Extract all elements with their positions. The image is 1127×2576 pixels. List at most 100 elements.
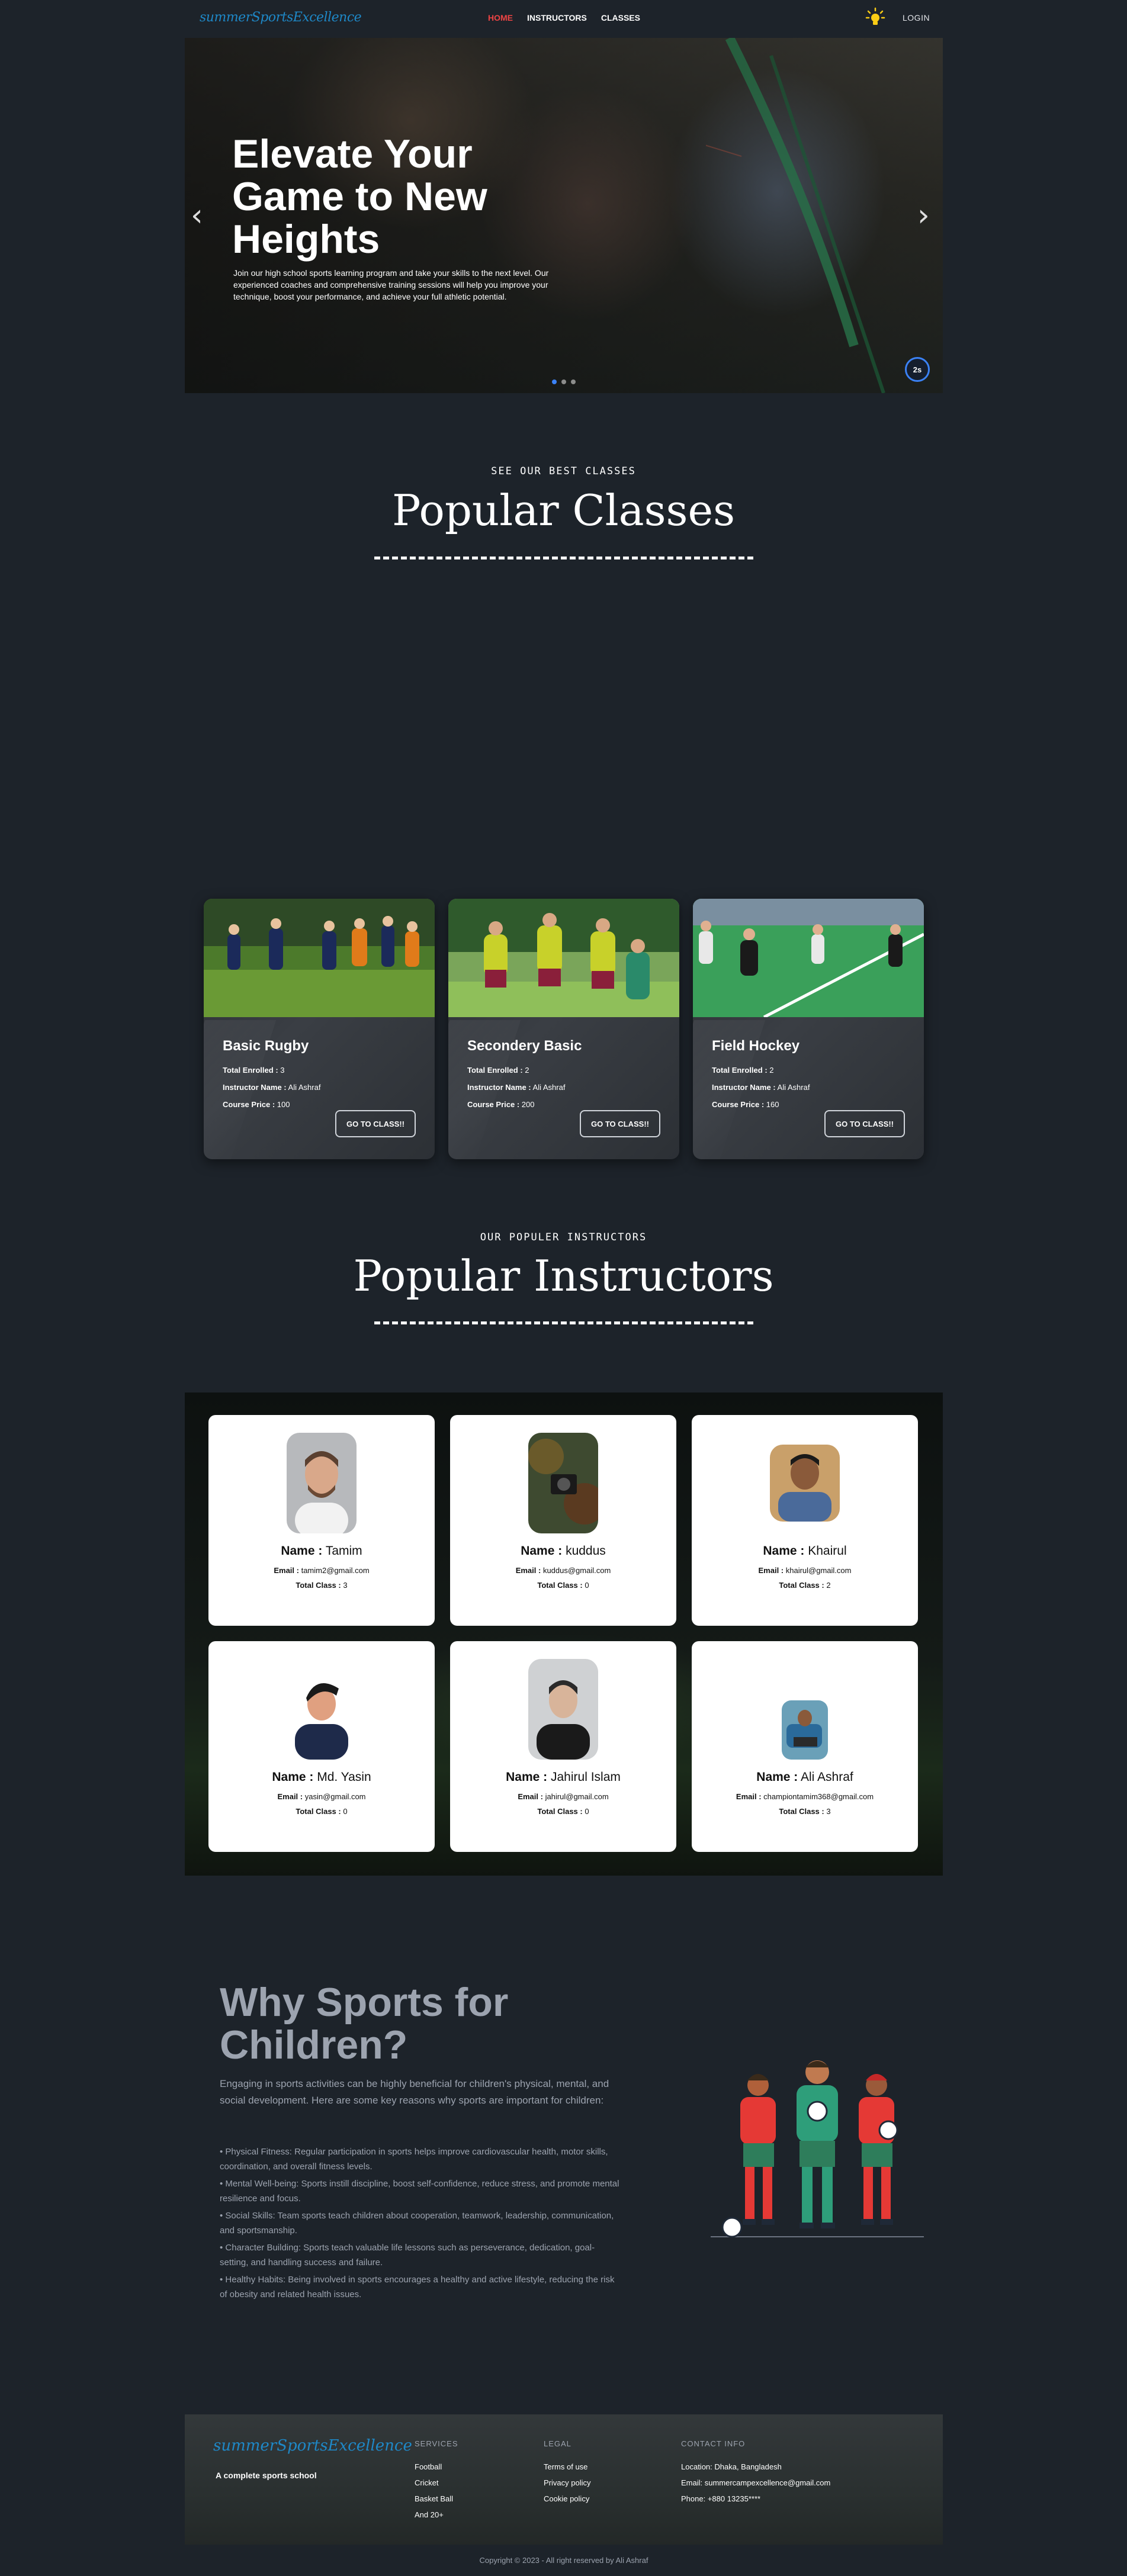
- nav-links: HOME INSTRUCTORS CLASSES: [488, 13, 640, 22]
- instructor-card: Name : Jahirul Islam Email : jahirul@gma…: [450, 1641, 676, 1852]
- instructor-card: Name : Ali Ashraf Email : championtamim3…: [692, 1641, 918, 1852]
- hero-title: Elevate Your Game to New Heights: [232, 131, 487, 262]
- instructor-card: Name : Tamim Email : tamim2@gmail.com To…: [208, 1415, 435, 1626]
- instructor-total-class: Total Class : 2: [779, 1581, 831, 1590]
- go-to-class-button[interactable]: GO TO CLASS!!: [580, 1110, 660, 1137]
- instructor-total-class: Total Class : 3: [296, 1581, 348, 1590]
- class-body: Field Hockey Total Enrolled : 2 Instruct…: [693, 1020, 924, 1159]
- list-item: • Character Building: Sports teach valua…: [220, 2243, 595, 2268]
- instructor-card: Name : Khairul Email : khairul@gmail.com…: [692, 1415, 918, 1626]
- instructor-total-class: Total Class : 0: [296, 1807, 348, 1816]
- footer-link[interactable]: Basket Ball: [415, 2491, 458, 2507]
- class-instructor: Instructor Name : Ali Ashraf: [712, 1083, 810, 1092]
- footer-link[interactable]: And 20+: [415, 2507, 458, 2523]
- avatar: [770, 1433, 840, 1533]
- footer-link[interactable]: Privacy policy: [544, 2475, 590, 2491]
- class-body: Basic Rugby Total Enrolled : 3 Instructo…: [204, 1020, 435, 1159]
- classes-title: Popular Classes: [391, 485, 736, 535]
- footer-contact: CONTACT INFO Location: Dhaka, Bangladesh…: [681, 2439, 830, 2507]
- instructor-total-class: Total Class : 0: [537, 1807, 589, 1816]
- footer-services-heading: SERVICES: [415, 2439, 458, 2448]
- class-image: [693, 899, 924, 1019]
- chevron-right-icon[interactable]: ›: [917, 198, 930, 233]
- class-card: Field Hockey Total Enrolled : 2 Instruct…: [693, 899, 924, 1159]
- class-card: Basic Rugby Total Enrolled : 3 Instructo…: [204, 899, 435, 1159]
- list-item: • Healthy Habits: Being involved in spor…: [220, 2275, 615, 2300]
- instructor-email: Email : jahirul@gmail.com: [518, 1792, 609, 1801]
- lightbulb-icon[interactable]: [865, 7, 885, 27]
- class-card: Secondery Basic Total Enrolled : 2 Instr…: [448, 899, 679, 1159]
- slider-dot[interactable]: [552, 380, 557, 384]
- slider-dot[interactable]: [561, 380, 566, 384]
- nav-instructors-link[interactable]: INSTRUCTORS: [527, 13, 587, 22]
- instructor-email: Email : championtamim368@gmail.com: [736, 1792, 874, 1801]
- instructor-email: Email : kuddus@gmail.com: [515, 1566, 611, 1575]
- footer-email[interactable]: Email: summercampexcellence@gmail.com: [681, 2475, 830, 2491]
- footer-link[interactable]: Football: [415, 2459, 458, 2475]
- go-to-class-button[interactable]: GO TO CLASS!!: [824, 1110, 905, 1137]
- instructor-email: Email : yasin@gmail.com: [277, 1792, 366, 1801]
- class-image: [448, 899, 679, 1017]
- avatar: [287, 1433, 357, 1533]
- instructor-card: Name : kuddus Email : kuddus@gmail.com T…: [450, 1415, 676, 1626]
- class-image: [204, 899, 435, 1017]
- soccer-players-illustration: [711, 2060, 924, 2238]
- footer-legal: LEGAL Terms of use Privacy policy Cookie…: [544, 2439, 590, 2507]
- footer-contact-heading: CONTACT INFO: [681, 2439, 746, 2448]
- footer-link[interactable]: Cookie policy: [544, 2491, 590, 2507]
- footer-logo[interactable]: summerSportsExcellence: [213, 2437, 412, 2455]
- instructor-name: Name : Ali Ashraf: [756, 1770, 853, 1784]
- instructor-name: Name : kuddus: [521, 1544, 606, 1558]
- footer: summerSportsExcellence A complete sports…: [185, 2414, 943, 2545]
- list-item: • Physical Fitness: Regular participatio…: [220, 2147, 608, 2172]
- footer-link[interactable]: Terms of use: [544, 2459, 590, 2475]
- classes-divider: [374, 557, 753, 559]
- avatar: [528, 1433, 598, 1533]
- hero-description: Join our high school sports learning pro…: [233, 268, 549, 301]
- why-benefits-list: • Physical Fitness: Regular participatio…: [220, 2144, 622, 2304]
- instructors-divider: [374, 1321, 753, 1324]
- footer-link[interactable]: Cricket: [415, 2475, 458, 2491]
- instructor-name: Name : Khairul: [763, 1544, 847, 1558]
- instructor-total-class: Total Class : 3: [779, 1807, 831, 1816]
- autoplay-timer: 2s: [905, 357, 930, 382]
- class-name: Field Hockey: [712, 1038, 800, 1054]
- avatar: [528, 1659, 598, 1760]
- why-intro: Engaging in sports activities can be hig…: [220, 2078, 609, 2106]
- class-body: Secondery Basic Total Enrolled : 2 Instr…: [448, 1020, 679, 1159]
- navbar: summerSportsExcellence HOME INSTRUCTORS …: [185, 0, 943, 38]
- classes-kicker: SEE OUR BEST CLASSES: [491, 465, 636, 477]
- class-enrolled: Total Enrolled : 3: [223, 1066, 285, 1075]
- instructor-name: Name : Md. Yasin: [272, 1770, 371, 1784]
- list-item: • Social Skills: Team sports teach child…: [220, 2211, 614, 2236]
- instructor-card: Name : Md. Yasin Email : yasin@gmail.com…: [208, 1641, 435, 1852]
- class-enrolled: Total Enrolled : 2: [712, 1066, 774, 1075]
- footer-services: SERVICES Football Cricket Basket Ball An…: [415, 2439, 458, 2523]
- class-name: Basic Rugby: [223, 1038, 309, 1054]
- footer-legal-heading: LEGAL: [544, 2439, 571, 2448]
- copyright: Copyright © 2023 - All right reserved by…: [185, 2545, 943, 2576]
- instructors-kicker: OUR POPULER INSTRUCTORS: [480, 1231, 647, 1243]
- instructor-email: Email : tamim2@gmail.com: [274, 1566, 370, 1575]
- hero-slider: Elevate Your Game to New Heights Join ou…: [185, 38, 943, 393]
- go-to-class-button[interactable]: GO TO CLASS!!: [335, 1110, 416, 1137]
- slider-pagination: [552, 380, 576, 384]
- nav-home-link[interactable]: HOME: [488, 13, 513, 22]
- why-title: Why Sports for Children?: [220, 1980, 509, 2067]
- instructor-name: Name : Tamim: [281, 1544, 362, 1558]
- list-item: • Mental Well-being: Sports instill disc…: [220, 2179, 619, 2204]
- chevron-left-icon[interactable]: ‹: [191, 198, 203, 233]
- avatar: [770, 1659, 840, 1760]
- login-button[interactable]: LOGIN: [903, 13, 930, 22]
- instructors-title: Popular Instructors: [353, 1251, 774, 1301]
- nav-classes-link[interactable]: CLASSES: [601, 13, 640, 22]
- instructor-email: Email : khairul@gmail.com: [758, 1566, 852, 1575]
- instructor-name: Name : Jahirul Islam: [506, 1770, 621, 1784]
- slider-dot[interactable]: [571, 380, 576, 384]
- class-enrolled: Total Enrolled : 2: [467, 1066, 529, 1075]
- avatar: [287, 1659, 357, 1760]
- footer-tagline: A complete sports school: [216, 2471, 317, 2480]
- class-instructor: Instructor Name : Ali Ashraf: [467, 1083, 566, 1092]
- instructor-total-class: Total Class : 0: [537, 1581, 589, 1590]
- site-logo[interactable]: summerSportsExcellence: [200, 10, 362, 25]
